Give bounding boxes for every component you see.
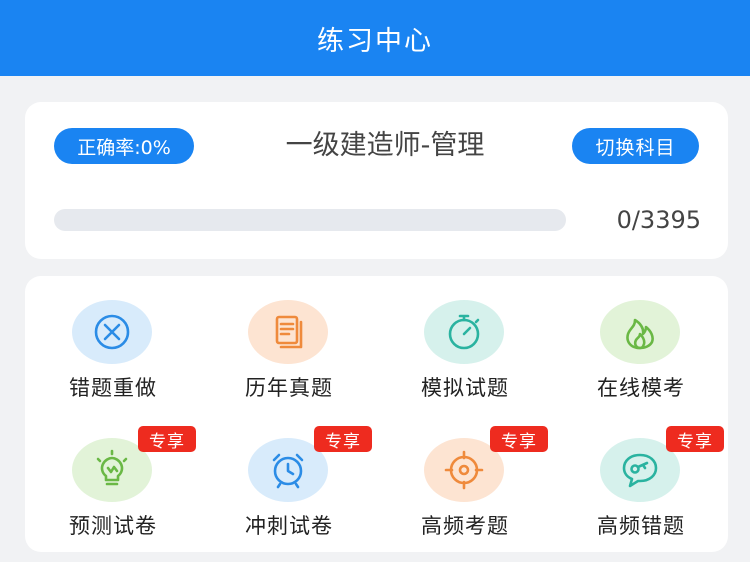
progress-count: 0/3395 xyxy=(616,206,701,234)
progress-bar xyxy=(54,209,566,231)
grid-item-high-frequency-questions[interactable]: 专享 高频考题 xyxy=(377,414,553,552)
exclusive-badge: 专享 xyxy=(490,426,548,452)
grid-item-high-frequency-mistakes[interactable]: 专享 高频错题 xyxy=(553,414,729,552)
grid-item-label: 冲刺试卷 xyxy=(245,514,333,538)
accuracy-badge: 正确率:0% xyxy=(54,128,194,164)
grid-item-past-papers[interactable]: 历年真题 xyxy=(201,276,377,414)
grid-item-label: 高频考题 xyxy=(421,514,509,538)
grid-item-label: 模拟试题 xyxy=(421,376,509,400)
grid-item-label: 预测试卷 xyxy=(69,514,157,538)
chat-key-icon xyxy=(622,453,658,488)
grid-item-label: 在线模考 xyxy=(597,376,685,400)
grid-item-mock-questions[interactable]: 模拟试题 xyxy=(377,276,553,414)
document-icon xyxy=(275,315,303,349)
practice-grid: 错题重做 历年真题 模拟试题 在线模考 专享 预测试卷 专享 冲刺试卷 专享 高… xyxy=(25,276,728,552)
subject-title: 一级建造师-管理 xyxy=(285,130,485,161)
grid-item-online-exam[interactable]: 在线模考 xyxy=(553,276,729,414)
icon-circle xyxy=(248,300,328,364)
header-bar: 练习中心 xyxy=(0,0,750,76)
exclusive-badge: 专享 xyxy=(666,426,724,452)
grid-item-sprint-paper[interactable]: 专享 冲刺试卷 xyxy=(201,414,377,552)
grid-item-wrong-redo[interactable]: 错题重做 xyxy=(25,276,201,414)
exclusive-badge: 专享 xyxy=(138,426,196,452)
x-circle-icon xyxy=(94,314,130,350)
grid-item-label: 高频错题 xyxy=(597,514,685,538)
grid-item-label: 历年真题 xyxy=(245,376,333,400)
icon-circle xyxy=(424,300,504,364)
switch-subject-button[interactable]: 切换科目 xyxy=(572,128,699,164)
grid-item-label: 错题重做 xyxy=(69,376,157,400)
alarm-clock-icon xyxy=(272,453,304,489)
flame-icon xyxy=(626,318,654,350)
exclusive-badge: 专享 xyxy=(314,426,372,452)
lightbulb-icon xyxy=(96,449,128,486)
page-title: 练习中心 xyxy=(317,25,433,57)
summary-card: 正确率:0% 一级建造师-管理 切换科目 0/3395 xyxy=(25,102,728,259)
grid-item-prediction-paper[interactable]: 专享 预测试卷 xyxy=(25,414,201,552)
icon-circle xyxy=(600,300,680,364)
target-icon xyxy=(444,450,484,490)
stopwatch-icon xyxy=(448,314,480,350)
icon-circle xyxy=(72,300,152,364)
